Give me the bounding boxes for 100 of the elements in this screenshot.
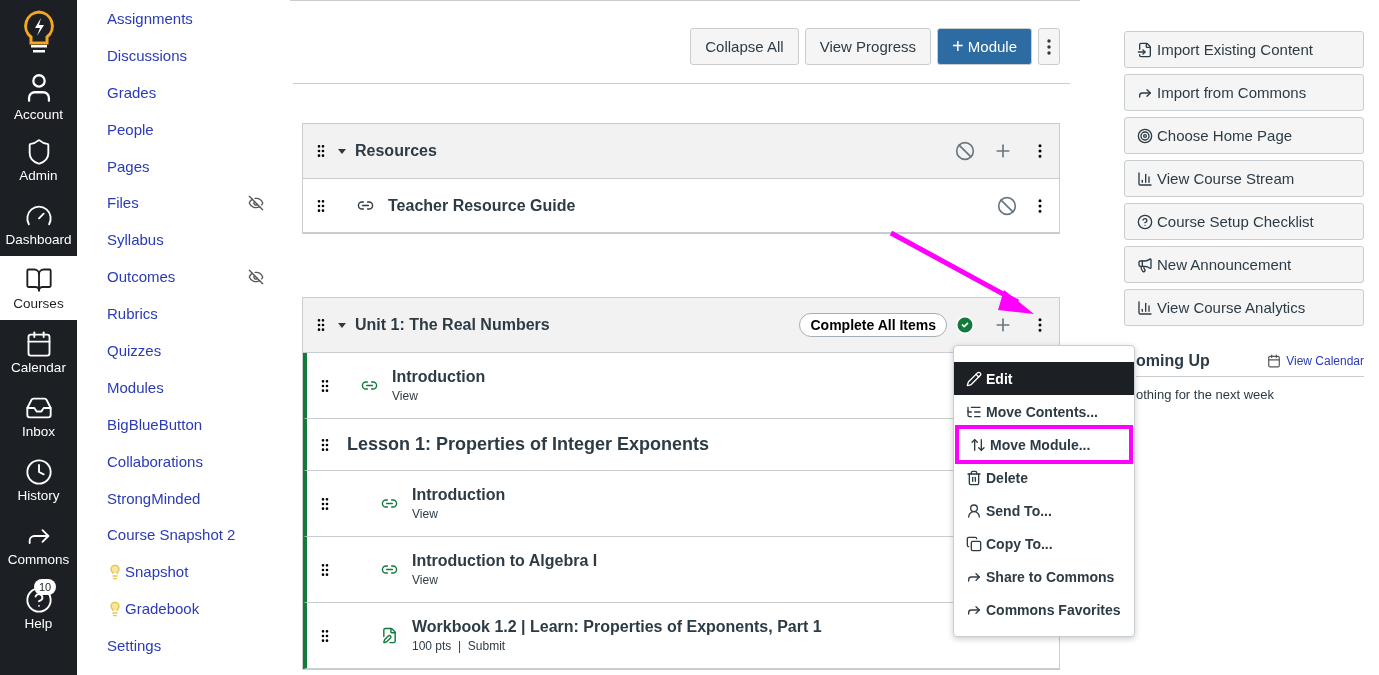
item-meta: 100 pts | Submit <box>412 639 506 653</box>
course-nav-link[interactable]: Collaborations <box>107 442 290 480</box>
nav-item[interactable]: Courses <box>0 256 77 320</box>
link-text: Pages <box>107 157 150 175</box>
nav-label: History <box>17 487 60 503</box>
more-button[interactable] <box>1038 28 1060 65</box>
link-text: Course Snapshot 2 <box>107 526 236 544</box>
link-text: Gradebook <box>125 600 200 618</box>
nav-item[interactable]: History <box>0 448 77 512</box>
menu-item[interactable]: Edit <box>954 362 1134 395</box>
item-title[interactable]: Introduction <box>412 486 506 504</box>
menu-item[interactable]: Move Module... <box>958 428 1130 461</box>
item-title[interactable]: Introduction <box>392 368 486 386</box>
nav-label: Dashboard <box>5 231 72 247</box>
module-title: Unit 1: The Real Numbers <box>355 316 551 334</box>
nav-item[interactable]: Dashboard <box>0 192 77 256</box>
nav-item[interactable]: Inbox <box>0 384 77 448</box>
link-text: BigBlueButton <box>107 415 203 433</box>
course-nav-link[interactable]: Snapshot <box>107 553 290 591</box>
nav-item[interactable]: Calendar <box>0 320 77 384</box>
item-meta: View <box>412 507 438 521</box>
course-nav-link[interactable]: Discussions <box>107 36 290 74</box>
link-text: Discussions <box>107 46 188 64</box>
edit-icon <box>966 370 982 387</box>
item-title[interactable]: Workbook 1.2 | Learn: Properties of Exponents, Part 1 <box>412 618 822 636</box>
person-icon <box>966 502 982 519</box>
link-text: StrongMinded <box>107 489 201 507</box>
menu-item[interactable]: Send To... <box>954 494 1134 527</box>
megaphone-icon <box>1137 256 1153 273</box>
menu-item[interactable]: Move Contents... <box>954 395 1134 428</box>
published-icon[interactable] <box>955 315 975 335</box>
nav-item[interactable]: Commons <box>0 512 77 576</box>
nav-item[interactable]: Account <box>0 64 77 128</box>
sidebar-button[interactable]: View Course Analytics <box>1124 289 1364 326</box>
course-nav-link[interactable]: Syllabus <box>107 221 290 259</box>
nav-item[interactable]: 10 Help <box>0 576 77 640</box>
item-title[interactable]: Introduction to Algebra I <box>412 552 598 570</box>
question-icon <box>1137 213 1153 230</box>
course-nav-link[interactable]: Grades <box>107 73 290 111</box>
menu-item[interactable]: Copy To... <box>954 527 1134 560</box>
sidebar-button[interactable]: New Announcement <box>1124 246 1364 283</box>
item-title[interactable]: Teacher Resource Guide <box>388 196 576 215</box>
link-text: Assignments <box>107 9 193 27</box>
link-text: Quizzes <box>107 341 162 359</box>
trash-icon <box>966 469 982 486</box>
calendar-link[interactable]: View Calendar <box>1267 354 1364 368</box>
sidebar-button[interactable]: Import from Commons <box>1124 74 1364 111</box>
link-text: Collaborations <box>107 452 203 470</box>
toolbar-button[interactable]: View Progress <box>804 28 932 65</box>
nav-label: Commons <box>7 551 70 567</box>
unpublished-icon[interactable] <box>955 141 975 161</box>
sidebar-button[interactable]: View Course Stream <box>1124 160 1364 197</box>
course-nav-link[interactable]: Files <box>107 184 290 222</box>
course-nav-link[interactable]: Modules <box>107 368 290 406</box>
course-nav-link[interactable]: Course Snapshot 2 <box>107 516 290 554</box>
item-meta: View <box>392 389 418 403</box>
nav-item[interactable]: Admin <box>0 128 77 192</box>
course-nav-link[interactable]: BigBlueButton <box>107 405 290 443</box>
subheader-title: Lesson 1: Properties of Integer Exponents <box>347 434 710 455</box>
link-text: Grades <box>107 83 157 101</box>
up-down-arrow-icon <box>970 436 986 453</box>
nav-label: Courses <box>13 295 64 311</box>
clock-icon <box>24 457 53 486</box>
sidebar-button[interactable]: Choose Home Page <box>1124 117 1364 154</box>
item-meta: View <box>412 573 438 587</box>
link-text: Rubrics <box>107 305 158 323</box>
nav-label: Account <box>14 106 63 122</box>
menu-item[interactable]: Delete <box>954 461 1134 494</box>
course-nav-link[interactable]: Quizzes <box>107 332 290 369</box>
course-nav-link[interactable]: Pages <box>107 147 290 185</box>
link-text: Syllabus <box>107 231 164 249</box>
nav-label: Help <box>24 615 53 631</box>
sidebar-button[interactable]: Import Existing Content <box>1124 31 1364 68</box>
link-text: Modules <box>107 378 164 396</box>
collapse-caret-icon[interactable] <box>337 320 347 330</box>
nav-label: Inbox <box>22 423 55 439</box>
sidebar-button[interactable]: Course Setup Checklist <box>1124 203 1364 240</box>
course-nav-link[interactable]: Outcomes <box>107 258 290 296</box>
course-nav-link[interactable]: Assignments <box>107 0 290 37</box>
link-text: Outcomes <box>107 268 176 286</box>
menu-item[interactable]: Commons Favorites <box>954 593 1134 626</box>
course-nav-link[interactable]: People <box>107 110 290 148</box>
assignment-icon <box>381 627 398 644</box>
link-text: Files <box>107 194 139 212</box>
requirement-badge: Complete All Items <box>799 313 947 337</box>
nav-label: Admin <box>19 167 58 183</box>
add-module-button[interactable]: + Module <box>937 28 1032 65</box>
course-nav-link[interactable]: Gradebook <box>107 590 290 628</box>
course-nav-link[interactable]: StrongMinded <box>107 479 290 517</box>
course-nav-link[interactable]: Rubrics <box>107 295 290 332</box>
course-nav-link[interactable]: Settings <box>107 627 290 665</box>
import-icon <box>1137 41 1153 58</box>
copy-icon <box>966 535 982 552</box>
unpublished-icon[interactable] <box>997 195 1017 216</box>
menu-item[interactable]: Share to Commons <box>954 560 1134 593</box>
link-text: Settings <box>107 637 162 655</box>
toolbar-button[interactable]: Collapse All <box>690 28 799 65</box>
empty-message: othing for the next week <box>1136 386 1276 402</box>
section-title: oming Up <box>1136 352 1210 370</box>
collapse-caret-icon[interactable] <box>337 146 347 156</box>
